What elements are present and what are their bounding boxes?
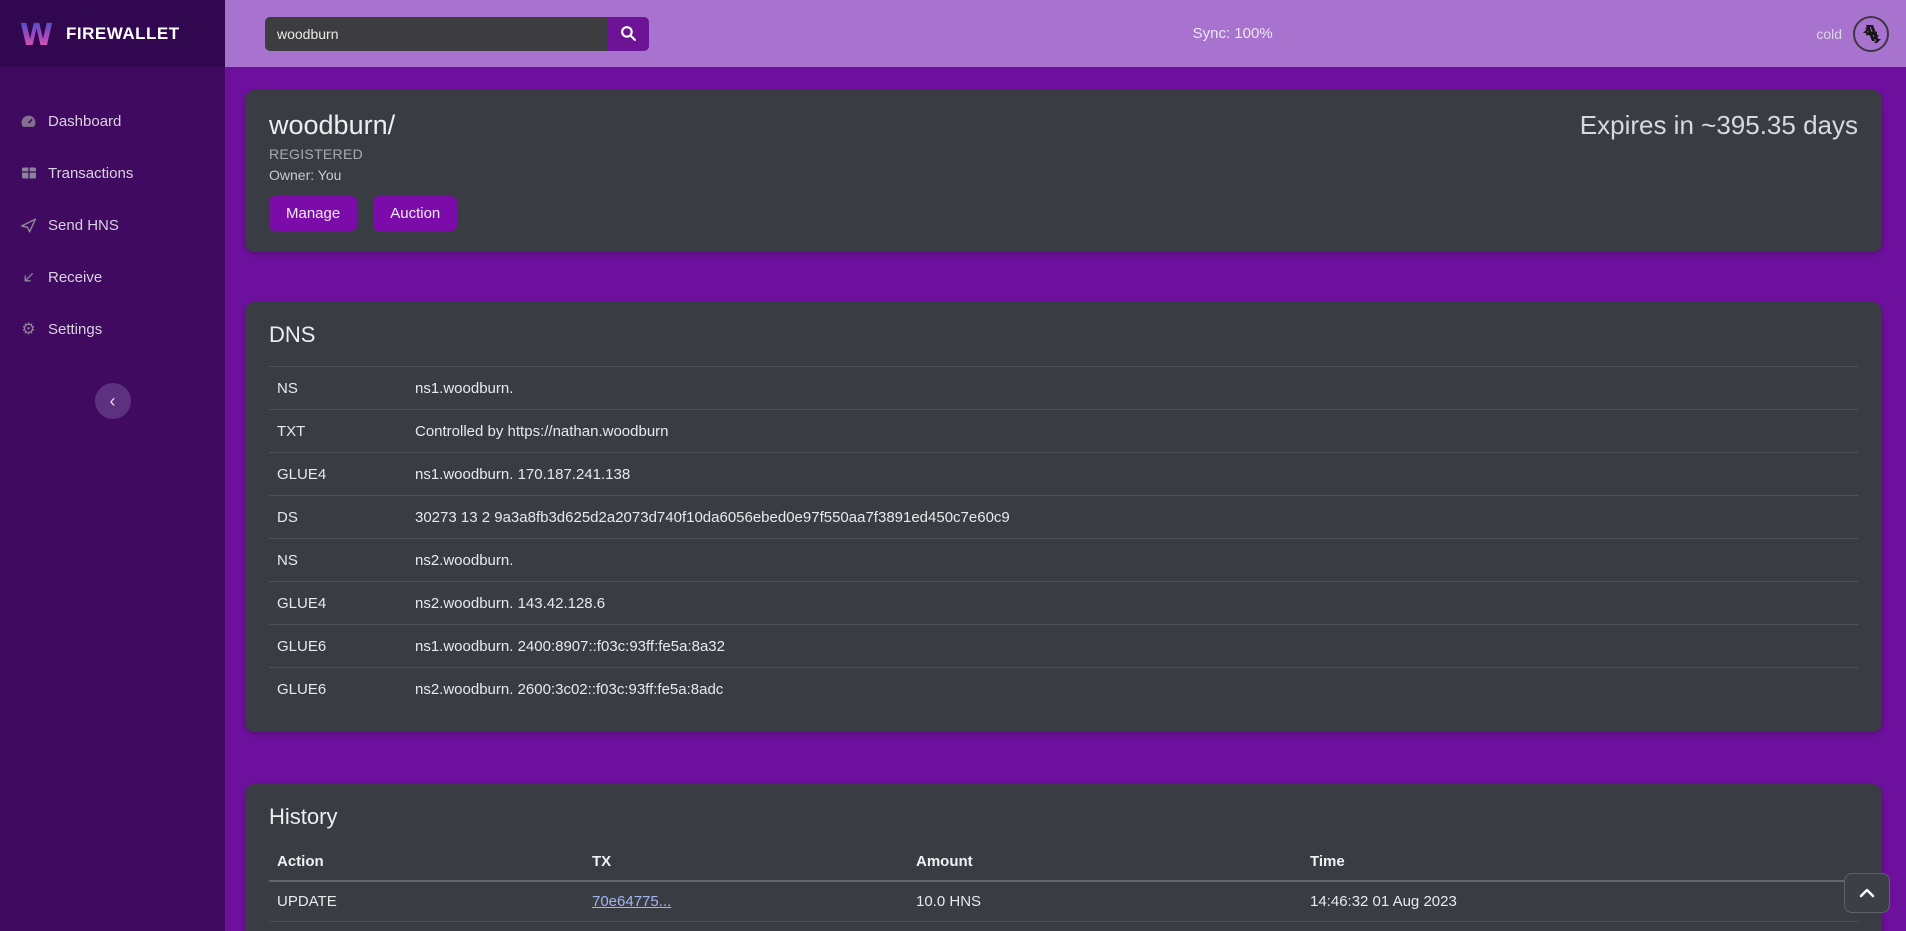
receive-icon: [20, 269, 37, 286]
dns-record-value: Controlled by https://nathan.woodburn: [415, 423, 1858, 440]
history-card-title: History: [269, 804, 1858, 830]
wallet-selector[interactable]: cold: [1816, 15, 1890, 53]
dns-record-row: DS 30273 13 2 9a3a8fb3d625d2a2073d740f10…: [269, 495, 1858, 538]
dns-record-value: ns2.woodburn. 143.42.128.6: [415, 595, 1858, 612]
auction-button[interactable]: Auction: [373, 196, 457, 231]
tx-link[interactable]: 70e64775...: [592, 893, 671, 910]
history-amount: 10.0 HNS: [908, 893, 1302, 910]
sidebar-item-label: Receive: [48, 269, 102, 286]
search-icon: [620, 25, 637, 42]
sidebar-item-label: Settings: [48, 321, 102, 338]
scroll-to-top-button[interactable]: [1844, 873, 1890, 913]
dns-record-row: NS ns1.woodburn.: [269, 366, 1858, 409]
dns-record-type: TXT: [269, 423, 415, 440]
dns-record-value: ns1.woodburn.: [415, 380, 1858, 397]
brand-name: FIREWALLET: [66, 24, 180, 44]
gear-icon: ⚙: [20, 321, 37, 338]
sidebar-item-transactions[interactable]: Transactions: [0, 147, 225, 199]
manage-button[interactable]: Manage: [269, 196, 357, 231]
dns-record-type: GLUE6: [269, 681, 415, 698]
search-group: [265, 17, 649, 51]
search-button[interactable]: [607, 17, 649, 51]
handshake-icon: [1852, 15, 1890, 53]
sidebar-item-label: Send HNS: [48, 217, 119, 234]
dns-record-type: GLUE4: [269, 466, 415, 483]
dns-record-value: ns2.woodburn.: [415, 552, 1858, 569]
send-icon: [20, 217, 37, 234]
search-input[interactable]: [265, 17, 607, 51]
dns-record-type: NS: [269, 552, 415, 569]
chevron-left-icon: ‹: [110, 392, 116, 410]
chevron-up-icon: [1859, 888, 1875, 898]
dns-record-row: GLUE6 ns1.woodburn. 2400:8907::f03c:93ff…: [269, 624, 1858, 667]
sidebar-collapse-button[interactable]: ‹: [95, 383, 131, 419]
dns-record-row: NS ns2.woodburn.: [269, 538, 1858, 581]
transactions-icon: [20, 165, 37, 182]
dns-records-table: NS ns1.woodburn. TXT Controlled by https…: [269, 366, 1858, 710]
sidebar-item-settings[interactable]: ⚙ Settings: [0, 303, 225, 355]
sync-status: Sync: 100%: [649, 25, 1816, 42]
sidebar-nav: Dashboard Transactions Send HNS Receive …: [0, 67, 225, 355]
domain-card: woodburn/ REGISTERED Owner: You Manage A…: [245, 90, 1882, 252]
sidebar-item-send-hns[interactable]: Send HNS: [0, 199, 225, 251]
dns-record-type: NS: [269, 380, 415, 397]
sidebar-item-label: Transactions: [48, 165, 133, 182]
domain-owner: Owner: You: [269, 167, 1858, 183]
wallet-name: cold: [1816, 26, 1842, 42]
dns-record-row: GLUE4 ns2.woodburn. 143.42.128.6: [269, 581, 1858, 624]
dns-record-type: GLUE6: [269, 638, 415, 655]
history-time: 14:46:32 01 Aug 2023: [1302, 893, 1858, 910]
sidebar-item-receive[interactable]: Receive: [0, 251, 225, 303]
history-col-time: Time: [1302, 853, 1858, 870]
dns-card-title: DNS: [269, 322, 1858, 348]
domain-actions: Manage Auction: [269, 196, 1858, 231]
history-row: RENEW d72e0d... 10.0 HNS 15:45:36 07 Feb…: [269, 922, 1858, 931]
sidebar: W FIREWALLET Dashboard Transactions Send…: [0, 0, 225, 931]
history-header-row: Action TX Amount Time: [269, 842, 1858, 882]
sidebar-item-label: Dashboard: [48, 113, 121, 130]
dns-record-value: ns1.woodburn. 170.187.241.138: [415, 466, 1858, 483]
dns-record-value: ns2.woodburn. 2600:3c02::f03c:93ff:fe5a:…: [415, 681, 1858, 698]
history-row: UPDATE 70e64775... 10.0 HNS 14:46:32 01 …: [269, 882, 1858, 922]
dns-card: DNS NS ns1.woodburn. TXT Controlled by h…: [245, 302, 1882, 732]
main-content: woodburn/ REGISTERED Owner: You Manage A…: [225, 67, 1906, 931]
history-action: UPDATE: [269, 893, 584, 910]
topbar: Sync: 100% cold: [225, 0, 1906, 67]
dns-record-type: GLUE4: [269, 595, 415, 612]
dns-record-row: TXT Controlled by https://nathan.woodbur…: [269, 409, 1858, 452]
sidebar-item-dashboard[interactable]: Dashboard: [0, 95, 225, 147]
dns-record-row: GLUE4 ns1.woodburn. 170.187.241.138: [269, 452, 1858, 495]
history-col-tx: TX: [584, 853, 908, 870]
history-col-action: Action: [269, 853, 584, 870]
dns-record-value: ns1.woodburn. 2400:8907::f03c:93ff:fe5a:…: [415, 638, 1858, 655]
dashboard-icon: [20, 113, 37, 130]
svg-text:W: W: [20, 18, 53, 50]
dns-record-type: DS: [269, 509, 415, 526]
dns-record-value: 30273 13 2 9a3a8fb3d625d2a2073d740f10da6…: [415, 509, 1858, 526]
history-col-amount: Amount: [908, 853, 1302, 870]
expires-label: Expires in ~395.35 days: [1580, 110, 1858, 141]
history-table: Action TX Amount Time UPDATE 70e64775...…: [269, 842, 1858, 931]
history-card: History Action TX Amount Time UPDATE 70e…: [245, 784, 1882, 931]
domain-status-badge: REGISTERED: [269, 146, 1858, 162]
dns-record-row: GLUE6 ns2.woodburn. 2600:3c02::f03c:93ff…: [269, 667, 1858, 710]
brand-block[interactable]: W FIREWALLET: [0, 0, 225, 67]
firewallet-w-logo: W: [20, 18, 54, 50]
